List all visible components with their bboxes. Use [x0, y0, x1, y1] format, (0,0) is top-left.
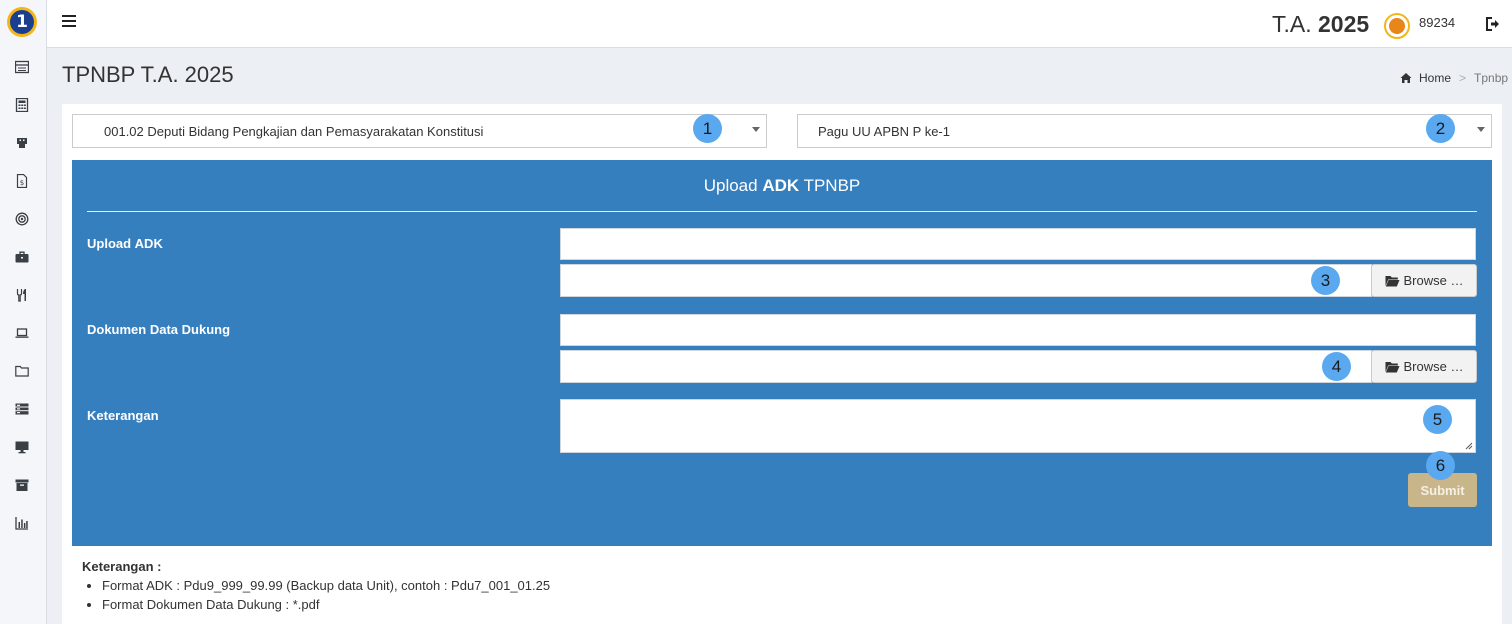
calculator-icon[interactable] [14, 97, 30, 113]
folder-icon[interactable] [14, 363, 30, 379]
panel-title-suffix: TPNBP [799, 176, 861, 195]
notes-section: Keterangan : Format ADK : Pdu9_999_99.99… [82, 559, 550, 616]
folder-open-icon [1385, 275, 1400, 286]
breadcrumb-separator: > [1459, 71, 1467, 85]
adk-browse-button[interactable]: Browse … [1371, 264, 1477, 297]
pagu-select[interactable]: Pagu UU APBN P ke-1 [797, 114, 1492, 148]
ta-year: 2025 [1318, 11, 1370, 37]
home-icon [1400, 73, 1412, 83]
monitor-icon[interactable] [14, 439, 30, 455]
chevron-down-icon [1477, 127, 1485, 132]
dokumen-browse-button[interactable]: Browse … [1371, 350, 1477, 383]
laptop-icon[interactable] [14, 325, 30, 341]
breadcrumb-home[interactable]: Home [1419, 71, 1451, 85]
upload-label-bold: ADK [134, 236, 163, 251]
panel-title-prefix: Upload [703, 176, 763, 195]
logout-icon[interactable] [1484, 16, 1500, 32]
ta-prefix: T.A. [1272, 11, 1312, 37]
divider [87, 211, 1477, 212]
sidebar: 1 $ [0, 0, 47, 624]
document-money-icon[interactable]: $ [14, 173, 30, 189]
step-badge-2: 2 [1426, 114, 1455, 143]
browse-label: Browse … [1403, 359, 1464, 374]
upload-panel: Upload ADK TPNBP Upload ADK Dokumen Data… [72, 160, 1492, 546]
page-title: TPNBP T.A. 2025 [62, 62, 234, 87]
keterangan-label: Keterangan [87, 408, 159, 423]
building-icon[interactable] [14, 135, 30, 151]
menu-toggle-icon[interactable] [62, 15, 76, 29]
list-item: Format Dokumen Data Dukung : *.pdf [102, 597, 550, 612]
top-navbar: T.A. 2025 89234 [47, 0, 1512, 48]
bar-chart-icon[interactable] [14, 515, 30, 531]
breadcrumb-current: Tpnbp [1474, 71, 1509, 85]
step-badge-6: 6 [1426, 451, 1455, 480]
list-icon[interactable] [14, 59, 30, 75]
resize-handle-icon[interactable] [1465, 442, 1473, 450]
adk-filename-field[interactable] [560, 228, 1476, 260]
server-icon[interactable] [14, 401, 30, 417]
step-badge-1: 1 [693, 114, 722, 143]
notes-title: Keterangan : [82, 559, 162, 574]
avatar-image [1389, 18, 1405, 34]
folder-open-icon [1385, 361, 1400, 372]
user-avatar[interactable] [1384, 13, 1410, 39]
chevron-down-icon [752, 127, 760, 132]
panel-title-bold: ADK [762, 176, 800, 195]
upload-adk-label: Upload ADK [87, 236, 163, 251]
panel-title: Upload ADK TPNBP [72, 176, 1492, 196]
briefcase-icon[interactable] [14, 249, 30, 265]
upload-label-prefix: Upload [87, 236, 135, 251]
app-logo[interactable]: 1 [7, 7, 37, 37]
notes-list: Format ADK : Pdu9_999_99.99 (Backup data… [82, 578, 550, 612]
logo-mark: 1 [10, 10, 34, 34]
adk-file-caption[interactable] [560, 264, 1372, 297]
keterangan-textarea[interactable] [560, 399, 1476, 453]
step-badge-4: 4 [1322, 352, 1351, 381]
unit-select-value: 001.02 Deputi Bidang Pengkajian dan Pema… [104, 123, 484, 139]
dokumen-file-caption[interactable] [560, 350, 1372, 383]
browse-label: Browse … [1403, 273, 1464, 288]
dokumen-filename-field[interactable] [560, 314, 1476, 346]
list-item: Format ADK : Pdu9_999_99.99 (Backup data… [102, 578, 550, 593]
pagu-select-value: Pagu UU APBN P ke-1 [818, 123, 950, 139]
unit-select[interactable]: 001.02 Deputi Bidang Pengkajian dan Pema… [72, 114, 767, 148]
target-icon[interactable] [14, 211, 30, 227]
user-id[interactable]: 89234 [1419, 15, 1455, 30]
dokumen-label: Dokumen Data Dukung [87, 322, 231, 337]
svg-text:$: $ [20, 179, 24, 187]
utensils-icon[interactable] [14, 287, 30, 303]
archive-icon[interactable] [14, 477, 30, 493]
fiscal-year-label: T.A. 2025 [1272, 11, 1369, 38]
step-badge-5: 5 [1423, 405, 1452, 434]
breadcrumb: Home > Tpnbp [1400, 71, 1508, 85]
step-badge-3: 3 [1311, 266, 1340, 295]
